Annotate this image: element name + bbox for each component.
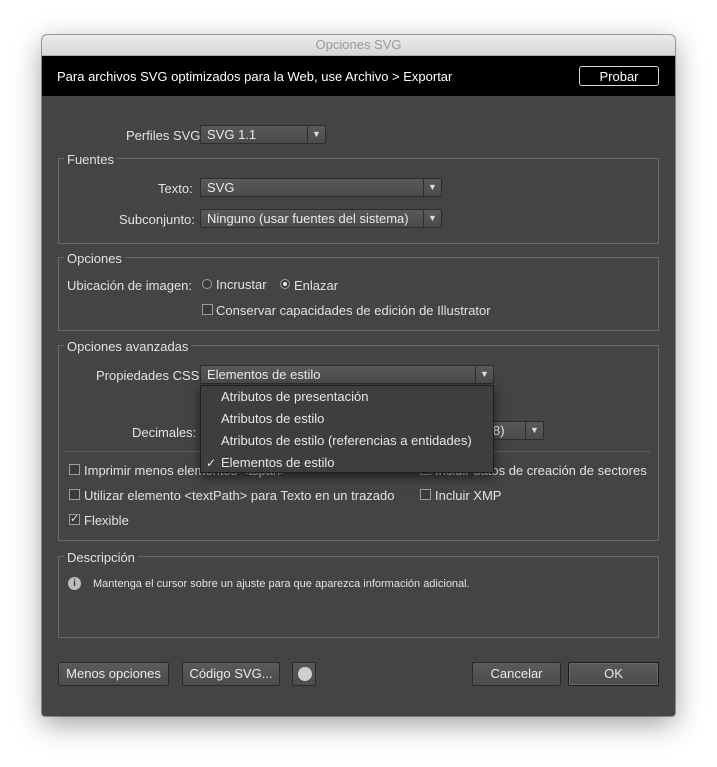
menu-item-style-attributes[interactable]: Atributos de estilo (201, 408, 493, 430)
window-title: Opciones SVG (42, 35, 675, 56)
globe-icon (298, 667, 312, 681)
responsive-checkbox[interactable]: ✓ (69, 514, 80, 525)
menu-item-style-attributes-entities[interactable]: Atributos de estilo (referencias a entid… (201, 430, 493, 452)
decimals-value-fragment: 8) (493, 423, 505, 438)
banner-text: Para archivos SVG optimizados para la We… (57, 69, 453, 84)
tspan-checkbox[interactable] (69, 464, 80, 475)
text-value: SVG (207, 180, 235, 195)
info-icon: i (68, 577, 81, 590)
menu-item-style-elements[interactable]: ✓ Elementos de estilo (201, 452, 493, 474)
ok-button[interactable]: OK (568, 662, 659, 686)
css-properties-menu: Atributos de presentación Atributos de e… (200, 385, 494, 473)
svg-profile-dropdown[interactable]: SVG 1.1 ▼ (200, 125, 326, 144)
options-group (58, 257, 659, 331)
svg-profile-value: SVG 1.1 (207, 127, 257, 142)
advanced-options-title: Opciones avanzadas (64, 339, 192, 354)
textpath-checkbox[interactable] (69, 489, 80, 500)
checkmark-icon: ✓ (206, 456, 217, 470)
radio-embed-label: Incrustar (216, 277, 267, 292)
subset-dropdown[interactable]: Ninguno (usar fuentes del sistema) ▼ (200, 209, 442, 228)
textpath-label: Utilizar elemento <textPath> para Texto … (84, 488, 395, 503)
chevron-down-icon: ▼ (423, 210, 441, 227)
menu-item-label: Atributos de presentación (221, 389, 369, 404)
web-preview-button[interactable] (292, 662, 316, 686)
preserve-editing-label: Conservar capacidades de edición de Illu… (216, 303, 491, 318)
chevron-down-icon: ▼ (475, 366, 493, 383)
chevron-down-icon: ▼ (525, 422, 543, 439)
text-label: Texto: (158, 181, 193, 196)
svg-profile-label: Perfiles SVG (126, 128, 201, 143)
xmp-checkbox[interactable] (420, 489, 431, 500)
css-properties-dropdown[interactable]: Elementos de estilo ▼ (200, 365, 494, 384)
description-text: Mantenga el cursor sobre un ajuste para … (93, 578, 470, 590)
svg-code-button[interactable]: Código SVG... (182, 662, 280, 686)
less-options-button[interactable]: Menos opciones (58, 662, 169, 686)
cancel-button[interactable]: Cancelar (472, 662, 561, 686)
radio-link[interactable] (280, 279, 290, 289)
fonts-group-title: Fuentes (64, 152, 117, 167)
probar-button[interactable]: Probar (579, 66, 659, 86)
description-group (58, 556, 659, 638)
menu-item-label: Elementos de estilo (221, 455, 335, 470)
radio-selected-dot (283, 282, 287, 286)
image-location-label: Ubicación de imagen: (67, 278, 193, 293)
web-export-banner: Para archivos SVG optimizados para la We… (42, 56, 675, 96)
text-dropdown[interactable]: SVG ▼ (200, 178, 442, 197)
responsive-label: Flexible (84, 513, 129, 528)
decimals-label: Decimales: (132, 425, 197, 440)
menu-item-label: Atributos de estilo (221, 411, 325, 426)
chevron-down-icon: ▼ (423, 179, 441, 196)
css-properties-value: Elementos de estilo (207, 367, 321, 382)
subset-value: Ninguno (usar fuentes del sistema) (207, 211, 409, 226)
options-group-title: Opciones (64, 251, 125, 266)
fonts-group (58, 158, 659, 244)
menu-item-label: Atributos de estilo (referencias a entid… (221, 433, 472, 448)
preserve-editing-checkbox[interactable] (202, 304, 213, 315)
subset-label: Subconjunto: (119, 212, 195, 227)
radio-link-label: Enlazar (294, 278, 339, 293)
xmp-label: Incluir XMP (435, 488, 502, 503)
radio-embed[interactable] (202, 279, 212, 289)
css-properties-label: Propiedades CSS: (96, 368, 203, 383)
menu-item-presentation-attributes[interactable]: Atributos de presentación (201, 386, 493, 408)
description-title: Descripción (64, 550, 138, 565)
checkmark-icon: ✓ (70, 513, 80, 525)
svg-options-dialog: Opciones SVG Para archivos SVG optimizad… (42, 35, 675, 716)
chevron-down-icon: ▼ (307, 126, 325, 143)
